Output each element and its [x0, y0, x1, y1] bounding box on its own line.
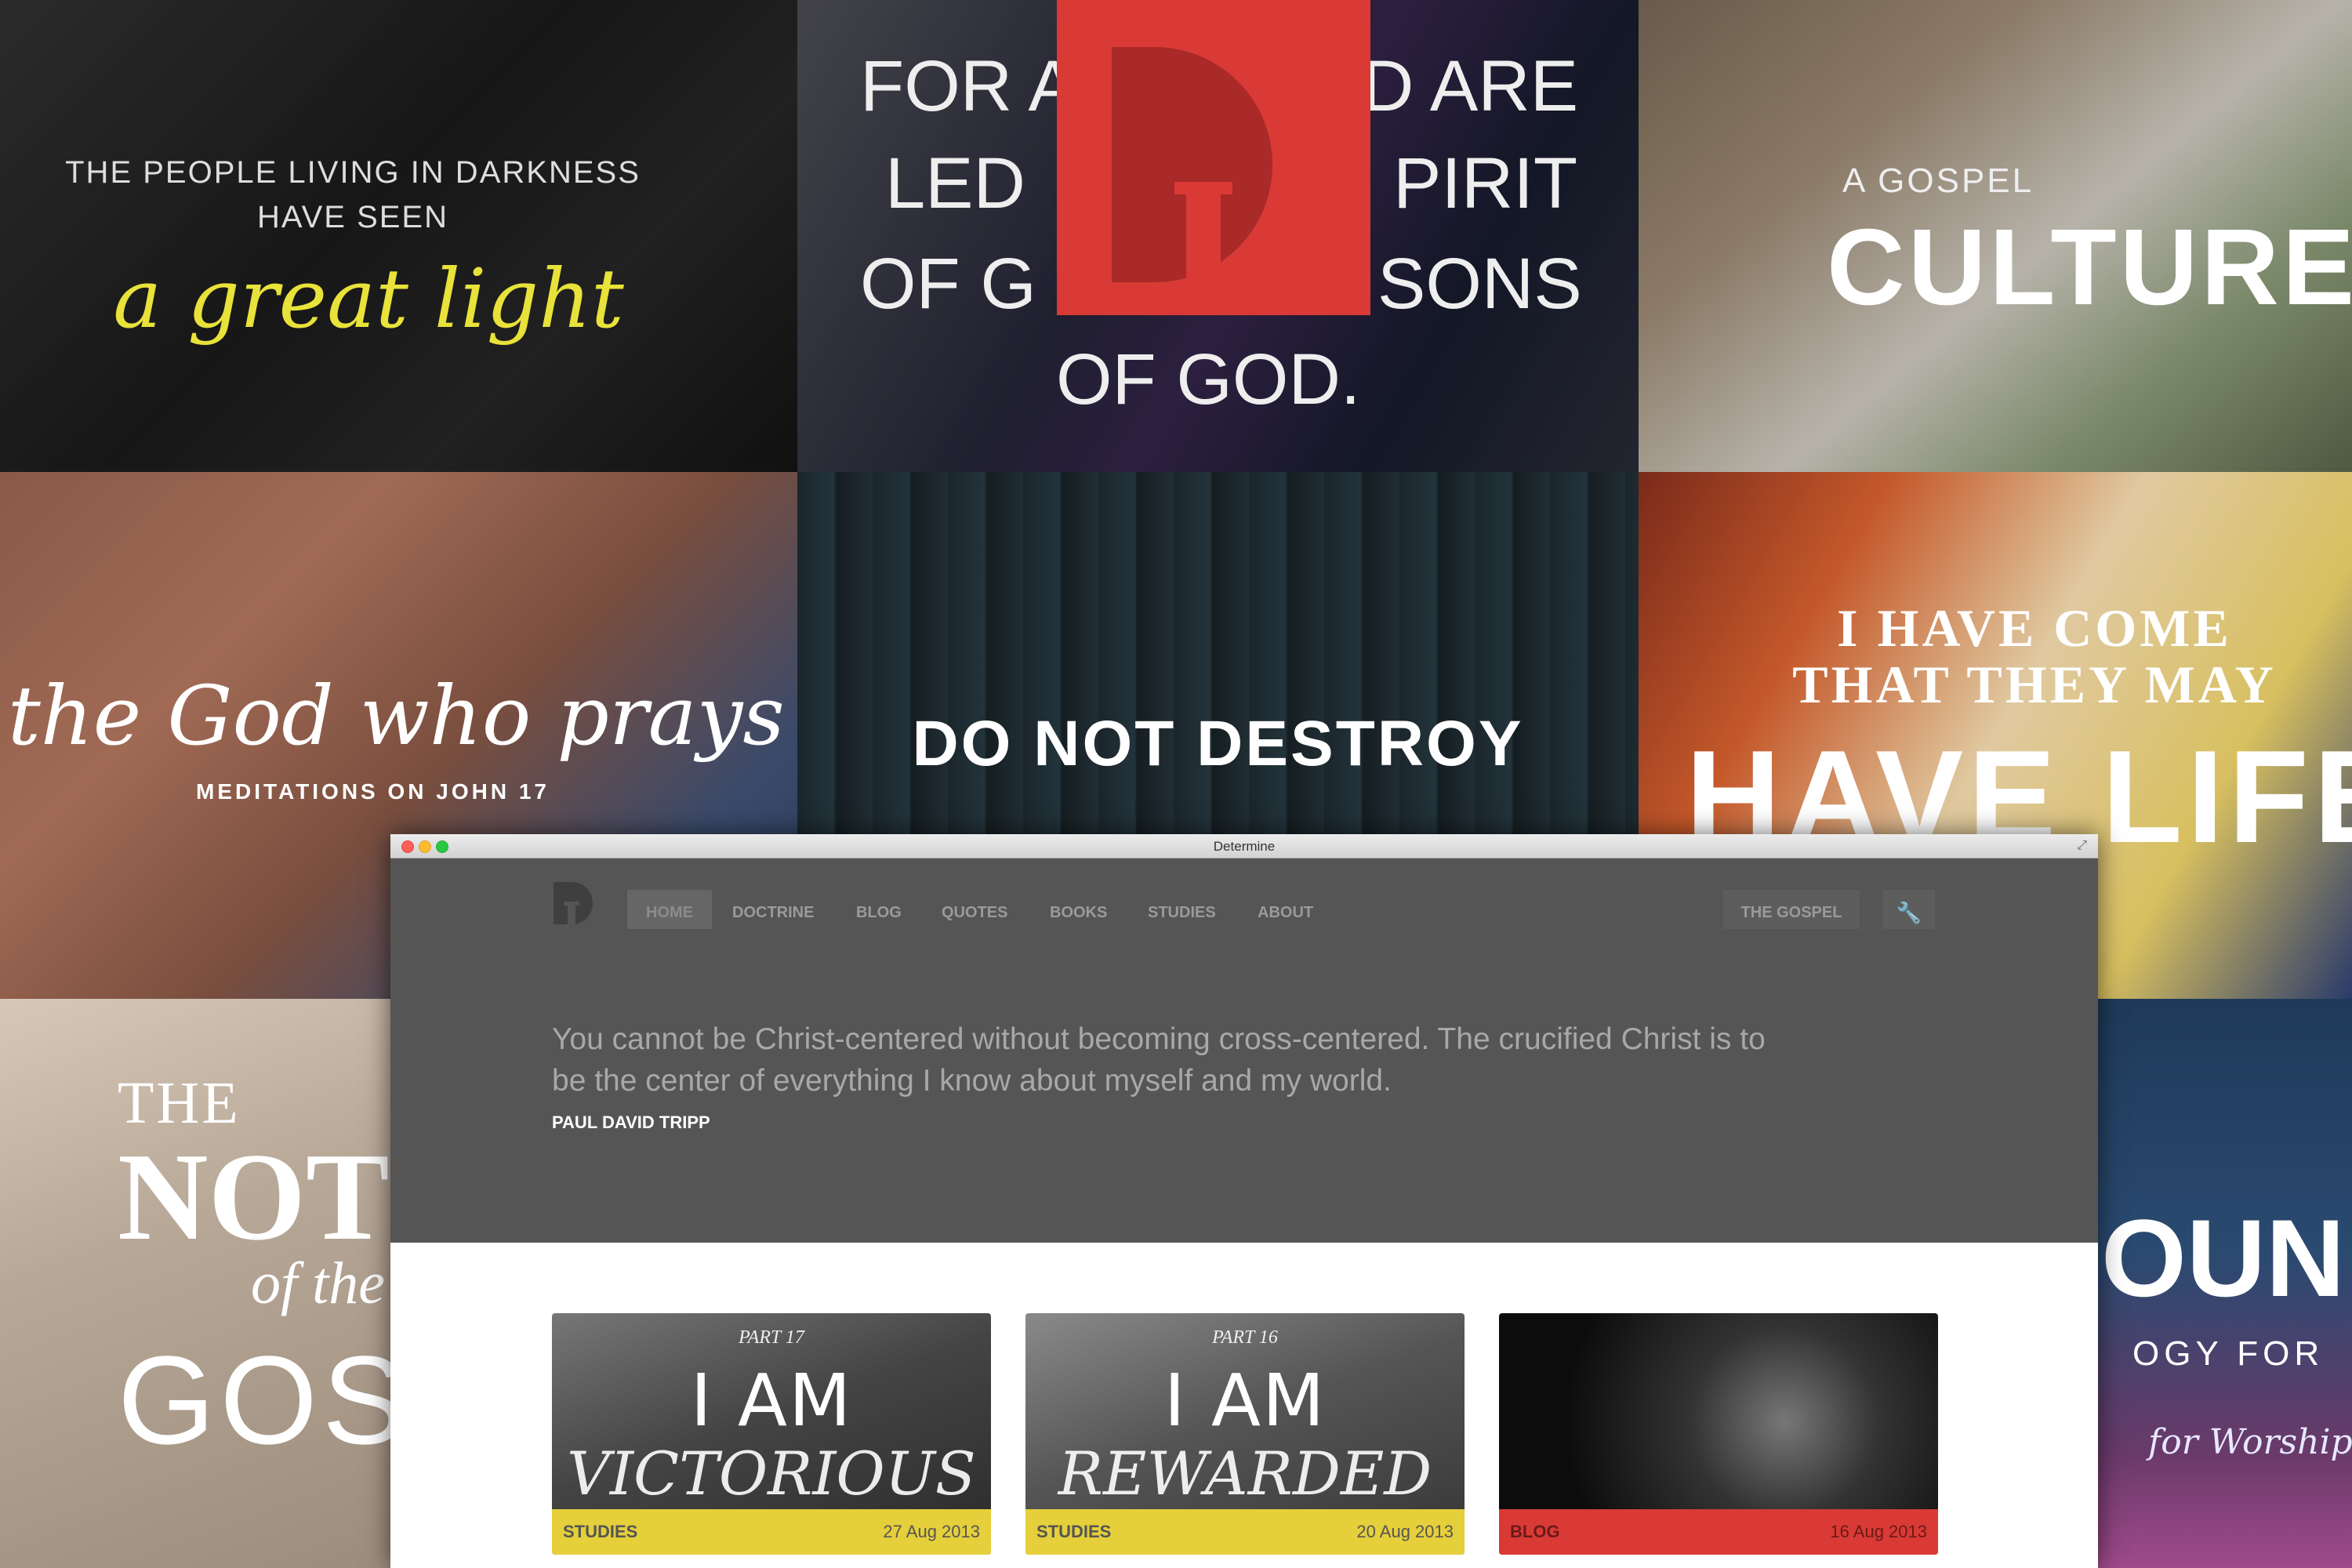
card-part: PART 17 — [739, 1327, 804, 1348]
tile-foundations: OUND OGY FOR for Worship — [2093, 999, 2352, 1568]
card-label-bar: BLOG 16 Aug 2013 — [1499, 1509, 1938, 1555]
tile-great-light: THE PEOPLE LIVING IN DARKNESS HAVE SEEN … — [0, 0, 797, 472]
card-date: 20 Aug 2013 — [1356, 1522, 1454, 1541]
card-category[interactable]: STUDIES — [563, 1522, 637, 1542]
tile-2-line1b: D ARE — [1362, 46, 1579, 126]
card-subtitle: VICTORIOUS — [567, 1439, 976, 1508]
card-category[interactable]: BLOG — [1510, 1522, 1560, 1542]
card-category[interactable]: STUDIES — [1036, 1522, 1111, 1542]
tile-8-script: for Worship — [2148, 1422, 2352, 1462]
tile-gospel-culture: A GOSPEL CULTURE — [1639, 0, 2352, 472]
site-navbar: HOME DOCTRINE BLOG QUOTES BOOKS STUDIES … — [390, 858, 2098, 935]
card-studies-part-16[interactable]: PART 16 I AM REWARDED STUDIES 20 Aug 201… — [1025, 1313, 1465, 1555]
tile-8-big: OUND — [2101, 1196, 2352, 1319]
tile-3-small: A GOSPEL — [1842, 162, 2034, 200]
card-blog[interactable]: BLOG 16 Aug 2013 — [1499, 1313, 1938, 1555]
tile-6-line1: I HAVE COME — [1837, 598, 2232, 658]
tile-2-line3: OF G — [860, 244, 1036, 324]
card-label-bar: STUDIES 27 Aug 2013 — [552, 1509, 991, 1555]
tile-2-line2b: PIRIT — [1393, 143, 1578, 223]
tile-2-line3b: SONS — [1377, 244, 1582, 324]
quote-hero: You cannot be Christ-centered without be… — [390, 929, 2098, 1243]
card-part: PART 16 — [1212, 1327, 1278, 1348]
card-date: 16 Aug 2013 — [1830, 1522, 1927, 1541]
card-subtitle: REWARDED — [1058, 1439, 1432, 1508]
card-studies-part-17[interactable]: PART 17 I AM VICTORIOUS STUDIES 27 Aug 2… — [552, 1313, 991, 1555]
tile-8-sub: OGY FOR — [2132, 1334, 2325, 1373]
card-title: I AM — [690, 1359, 853, 1443]
tile-4-script: the God who prays — [8, 668, 785, 764]
tile-3-big: CULTURE — [1827, 207, 2352, 328]
tile-1-script: a great light — [113, 251, 624, 347]
tile-5-big: DO NOT DESTROY — [912, 708, 1524, 779]
tile-notes-of-the-gospel: THE NOT of the GOSP — [0, 999, 400, 1568]
tile-1-line2: HAVE SEEN — [257, 200, 448, 234]
tile-7-big: NOT — [118, 1127, 390, 1266]
site-logo-icon[interactable] — [552, 880, 596, 926]
card-date: 27 Aug 2013 — [883, 1522, 980, 1541]
tile-6-line2: THAT THEY MAY — [1792, 655, 2277, 714]
tile-7-bottom: GOSP — [118, 1330, 400, 1470]
window-title: Determine — [1213, 839, 1276, 854]
tile-2-line1: FOR A — [860, 46, 1077, 126]
card-label-bar: STUDIES 20 Aug 2013 — [1025, 1509, 1465, 1555]
tile-1-line1: THE PEOPLE LIVING IN DARKNESS — [65, 155, 641, 190]
determine-logo — [1057, 0, 1370, 315]
tile-4-sub: MEDITATIONS ON JOHN 17 — [196, 779, 550, 804]
quote-author[interactable]: PAUL DAVID TRIPP — [552, 1112, 710, 1133]
tile-2-line4: OF GOD. — [1056, 339, 1361, 419]
fullscreen-icon[interactable]: ⤢ — [2077, 839, 2087, 853]
card-title: I AM — [1163, 1359, 1327, 1443]
tile-7-italic: of the — [251, 1250, 385, 1316]
window-titlebar[interactable]: Determine ⤢ — [390, 834, 2098, 858]
quote-text: You cannot be Christ-centered without be… — [552, 1022, 1766, 1098]
tile-2-line2: LED — [885, 143, 1025, 223]
tile-do-not-destroy: DO NOT DESTROY — [797, 472, 1639, 840]
browser-window: Determine ⤢ HOME DOCTRINE BLOG QUOTES BO… — [390, 834, 2098, 1568]
